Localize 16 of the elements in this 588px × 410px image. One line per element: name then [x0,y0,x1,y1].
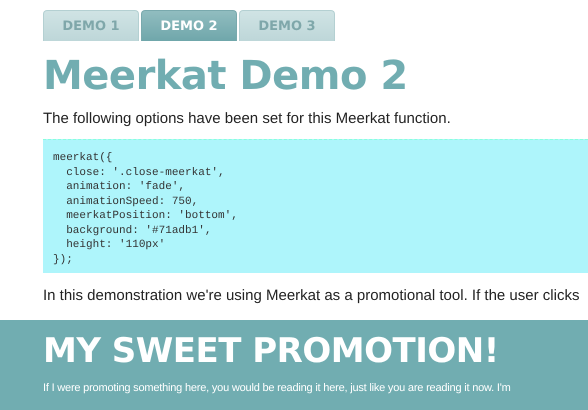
code-line: animation: 'fade', [65,180,186,194]
page-heading: Meerkat Demo 2 [43,52,409,101]
paragraph-text: In this demonstration we're using Meerkat as a promotional tool. If the user clicks [43,287,580,304]
code-line: animationSpeed: 750, [65,194,200,209]
code-line: }); [53,252,74,267]
promo-text: If I were promoting something here, you would be reading it here, just like you are reading it now. I'm [43,382,512,394]
code-line: meerkatPosition: 'bottom', [65,209,239,224]
tab[interactable]: DEMO 3 [239,10,335,41]
code-line: height: '110px' [65,238,166,252]
code-line: background: '#71adb1', [65,224,212,238]
promo-title: MY SWEET PROMOTION! [43,330,500,372]
tab[interactable]: DEMO 1 [43,10,139,41]
code-line: close: '.close-meerkat', [65,166,226,180]
intro-text: The following options have been set for this Meerkat function. [43,110,452,127]
tab[interactable]: DEMO 2 [141,10,237,41]
code-line: meerkat({ [53,151,114,166]
